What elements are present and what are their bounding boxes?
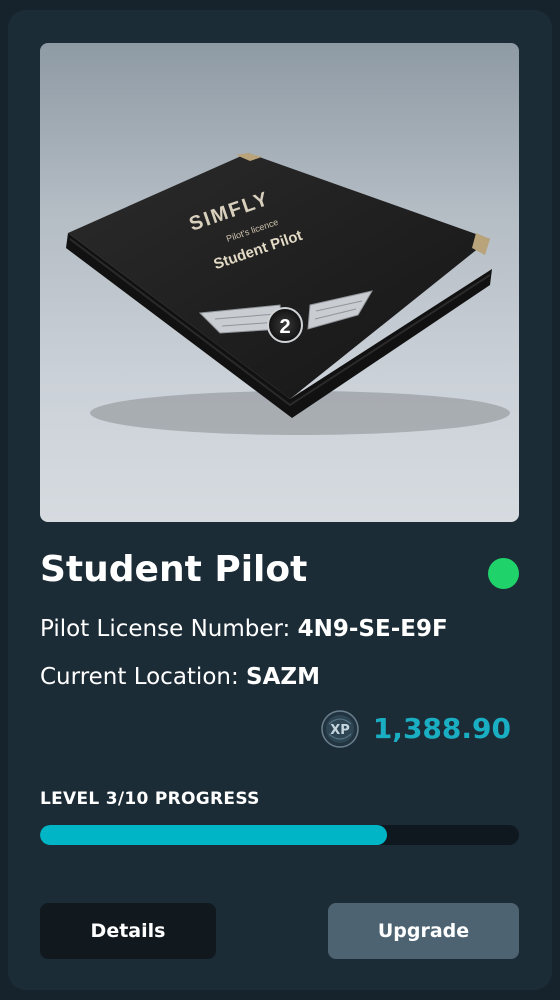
level-progress-label: LEVEL 3/10 PROGRESS [40, 789, 260, 809]
license-number-label: Pilot License Number: [40, 616, 298, 642]
current-location-row: Current Location: SAZM [40, 664, 320, 692]
current-location-value: SAZM [246, 664, 320, 690]
upgrade-button[interactable]: Upgrade [328, 903, 519, 959]
license-number-value: 4N9-SE-E9F [297, 616, 448, 642]
license-title: Student Pilot [40, 549, 308, 590]
xp-value: 1,388.90 [372, 712, 511, 746]
xp-balance: XP 1,388.90 [321, 710, 511, 748]
details-button[interactable]: Details [40, 903, 216, 959]
current-location-label: Current Location: [40, 664, 247, 690]
status-indicator [488, 558, 519, 589]
license-number-row: Pilot License Number: 4N9-SE-E9F [40, 616, 448, 644]
license-image: SIMFLY Pilot's licence Student Pilot 2 [40, 43, 519, 522]
pilot-license-card: SIMFLY Pilot's licence Student Pilot 2 S… [8, 10, 552, 990]
xp-coin-icon: XP [321, 710, 359, 748]
pilot-license-booklet-image: SIMFLY Pilot's licence Student Pilot 2 [66, 153, 510, 435]
xp-icon-label: XP [330, 723, 350, 738]
wings-badge-number: 2 [279, 316, 290, 338]
level-progress-fill [40, 825, 387, 845]
level-progress-bar [40, 825, 519, 845]
